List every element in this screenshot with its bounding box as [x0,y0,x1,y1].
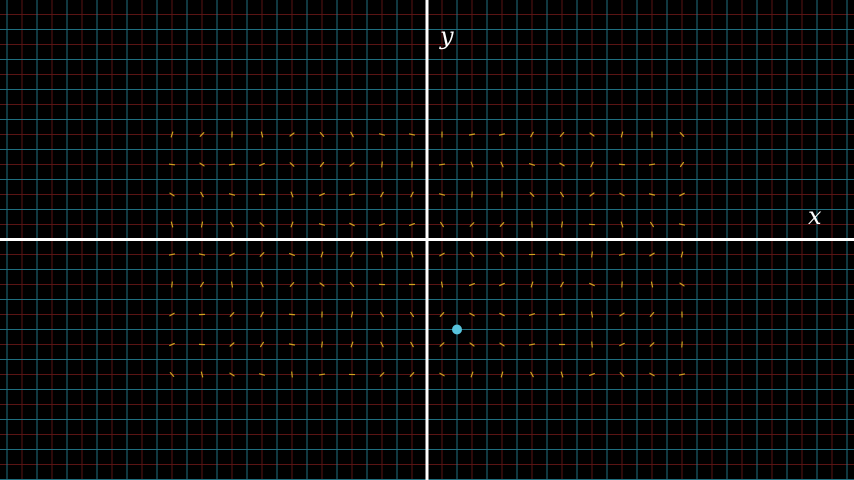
field-vector [561,221,563,228]
y-axis-label: y [439,22,454,50]
field-vector [591,251,593,258]
field-vector [288,313,296,316]
field-vector [230,281,234,288]
coordinate-plane: x y [0,0,854,480]
field-vector [168,163,176,166]
x-axis-label: x [808,202,822,230]
field-vector [171,281,173,288]
point[interactable] [452,324,462,335]
field-vector [558,313,566,316]
field-vector [291,371,293,378]
field-vector [438,163,446,166]
field-vector [228,163,236,166]
field-vector [321,341,323,348]
